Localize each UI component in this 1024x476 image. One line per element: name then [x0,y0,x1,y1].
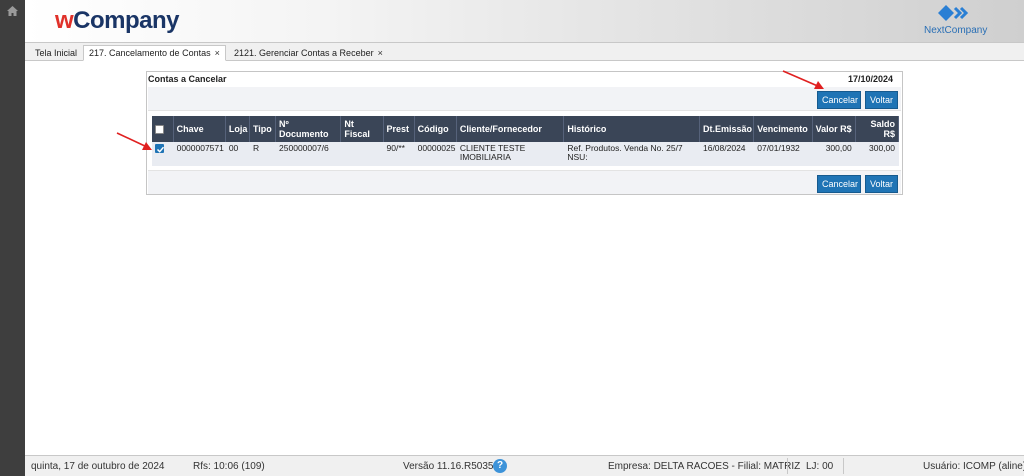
bottom-button-bar: Cancelar Voltar [148,170,901,194]
status-loja: LJ: 00 [806,461,834,472]
col-vencimento[interactable]: Vencimento [753,116,813,142]
close-icon[interactable]: × [378,48,383,58]
col-saldo[interactable]: Saldo R$ [855,116,900,142]
cell-dt-emissao: 16/08/2024 [699,142,755,166]
status-version: Versão 11.16.R5035 [403,461,494,472]
cancel-button-bottom[interactable]: Cancelar [817,175,861,193]
cell-historico: Ref. Produtos. Venda No. 25/7 NSU: [563,142,700,166]
cell-vencimento: 07/01/1932 [753,142,813,166]
cell-loja: 00 [225,142,250,166]
col-tipo[interactable]: Tipo [249,116,277,142]
cell-nf-fiscal [340,142,384,166]
status-empresa: Empresa: DELTA RACOES - Filial: MATRIZ [608,461,801,472]
status-usuario: Usuário: ICOMP (aline) [923,461,1024,472]
cell-saldo: 300,00 [855,142,900,166]
back-button-bottom[interactable]: Voltar [865,175,898,193]
col-prest[interactable]: Prest [383,116,415,142]
annotation-arrow-cancel [782,70,824,89]
cell-codigo: 00000025 [414,142,457,166]
tab-bar: Tela Inicial 217. Cancelamento de Contas… [25,43,1024,61]
checkmark-icon [156,146,165,154]
close-icon[interactable]: × [215,48,220,58]
left-sidebar [0,0,25,476]
col-loja[interactable]: Loja [225,116,250,142]
home-icon[interactable] [7,6,18,16]
cell-documento: 250000007/6 [275,142,342,166]
annotation-arrow-checkbox [116,132,152,150]
col-dt-emissao[interactable]: Dt.Emissão [699,116,755,142]
table-header-row: Chave Loja Tipo Nº Documento Nt Fiscal P… [152,116,900,142]
nextcompany-diamond-icon [938,5,969,21]
logo-w: w [55,7,74,34]
wcompany-logo[interactable]: wCompany [55,7,180,35]
col-nf-fiscal[interactable]: Nt Fiscal [340,116,384,142]
tab-tela-inicial[interactable]: Tela Inicial [29,45,83,61]
row-checkbox[interactable] [155,144,165,154]
back-button-top[interactable]: Voltar [865,91,898,109]
nextcompany-logo: NextCompany [924,3,988,41]
col-documento[interactable]: Nº Documento [275,116,342,142]
cell-cliente: CLIENTE TESTE IMOBILIARIA [456,142,565,166]
cell-prest: 90/** [383,142,415,166]
tab-label: 217. Cancelamento de Contas [89,48,211,58]
cell-valor: 300,00 [812,142,856,166]
status-separator [843,458,844,474]
col-codigo[interactable]: Código [414,116,457,142]
nextcompany-text: NextCompany [924,25,988,36]
accounts-table: Chave Loja Tipo Nº Documento Nt Fiscal P… [152,116,900,166]
tab-gerenciar-contas[interactable]: 2121. Gerenciar Contas a Receber × [228,45,389,61]
col-historico[interactable]: Histórico [563,116,700,142]
col-chave[interactable]: Chave [173,116,226,142]
col-cliente[interactable]: Cliente/Fornecedor [456,116,565,142]
status-rfs: Rfs: 10:06 (109) [193,461,265,472]
cell-tipo: R [249,142,277,166]
col-valor[interactable]: Valor R$ [812,116,856,142]
table-row[interactable]: 0000007571 00 R 250000007/6 90/** 000000… [152,142,900,166]
panel-title: Contas a Cancelar [148,74,227,84]
tab-cancelamento-contas[interactable]: 217. Cancelamento de Contas × [83,45,226,61]
tab-label: 2121. Gerenciar Contas a Receber [234,48,374,58]
select-all-checkbox[interactable] [155,125,164,135]
help-icon[interactable]: ? [493,459,507,473]
tab-label: Tela Inicial [35,48,78,58]
panel-date: 17/10/2024 [847,74,893,84]
status-bar: quinta, 17 de outubro de 2024 Rfs: 10:06… [25,455,1024,476]
status-date: quinta, 17 de outubro de 2024 [31,461,165,472]
cell-chave: 0000007571 [173,142,226,166]
logo-company: Company [73,7,180,34]
status-separator [787,458,788,474]
app-header: wCompany NextCompany [25,0,1024,43]
